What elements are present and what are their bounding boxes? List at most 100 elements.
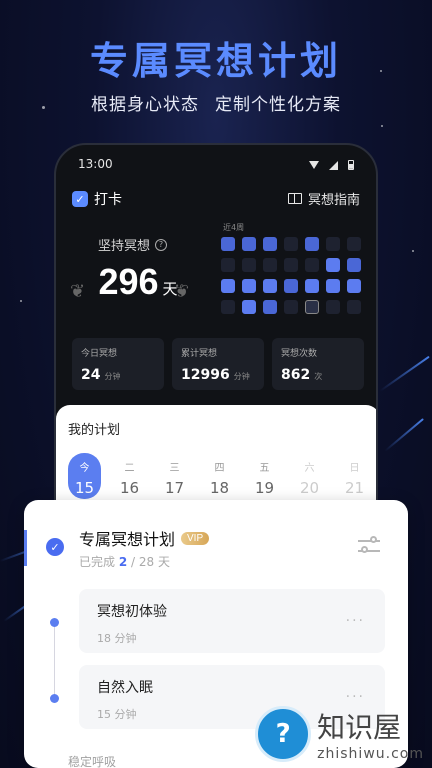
status-bar: 13:00	[78, 157, 354, 175]
heatmap-cell	[326, 258, 340, 272]
stat-value-number: 862	[281, 367, 311, 383]
card-accent	[24, 530, 27, 566]
checkin-button[interactable]: ✓ 打卡	[72, 189, 122, 209]
stat-value: 862 次	[281, 367, 355, 383]
date-number: 21	[344, 479, 365, 497]
watermark-text: 知识屋 zhishiwu.com	[317, 706, 424, 762]
weekday-label: 六	[304, 463, 315, 474]
stat-total: 累计冥想 12996 分钟	[172, 338, 264, 390]
date-number: 17	[164, 479, 185, 497]
status-icons	[309, 160, 354, 170]
stat-unit: 分钟	[104, 372, 121, 381]
streak-label: 坚持冥想 ?	[98, 235, 168, 254]
heatmap-cell	[284, 258, 298, 272]
check-icon: ✓	[46, 538, 64, 556]
heatmap-cell	[263, 279, 277, 293]
day-16[interactable]: 二 16	[113, 453, 146, 499]
settings-sliders-icon[interactable]	[358, 536, 380, 556]
streak-days-number: 296	[98, 261, 159, 302]
checkin-label: 打卡	[94, 192, 122, 208]
stat-today: 今日冥想 24 分钟	[72, 338, 164, 390]
day-21[interactable]: 日 21	[338, 453, 371, 499]
more-icon[interactable]: ···	[346, 613, 365, 629]
heatmap-cell	[305, 300, 319, 314]
vip-badge: VIP	[181, 531, 210, 545]
watermark-logo: ?	[255, 706, 312, 762]
light-streak	[384, 418, 424, 452]
heatmap-cell	[326, 237, 340, 251]
more-icon[interactable]: ···	[346, 689, 365, 705]
top-bar: ✓ 打卡 冥想指南	[72, 189, 360, 211]
heatmap-cell	[221, 258, 235, 272]
day-17[interactable]: 三 17	[158, 453, 191, 499]
heatmap-grid	[221, 237, 361, 314]
heatmap-cell	[284, 237, 298, 251]
heatmap-title: 近4周	[223, 223, 245, 232]
weekday-label: 今	[79, 463, 90, 474]
book-icon	[287, 193, 302, 204]
session-item[interactable]: 冥想初体验 18 分钟 ···	[79, 589, 385, 653]
session-duration: 18 分钟	[97, 632, 137, 645]
heatmap-cell	[347, 237, 361, 251]
heatmap-cell	[284, 279, 298, 293]
heatmap-cell	[242, 258, 256, 272]
program-title: 专属冥想计划 VIP	[79, 526, 210, 550]
heatmap-cell	[221, 300, 235, 314]
heatmap-cell	[263, 258, 277, 272]
watermark-cn: 知识屋	[317, 711, 402, 744]
weekday-label: 三	[169, 463, 180, 474]
next-session-hint: 稳定呼吸	[68, 755, 117, 768]
day-20[interactable]: 六 20	[293, 453, 326, 499]
date-number: 16	[119, 479, 140, 497]
meditation-guide-button[interactable]: 冥想指南	[287, 189, 360, 208]
heatmap-cell	[242, 279, 256, 293]
heatmap-cell	[263, 300, 277, 314]
timeline-line	[54, 622, 55, 700]
week-selector: 今 15 二 16 三 17 四 18 五 19 六 20 日 21	[68, 453, 371, 499]
stat-unit: 分钟	[233, 372, 250, 381]
timeline-dot	[50, 618, 59, 627]
day-15[interactable]: 今 15	[68, 453, 101, 499]
weekday-label: 日	[349, 463, 360, 474]
heatmap-cell	[326, 279, 340, 293]
star	[381, 125, 383, 127]
heatmap-cell	[305, 237, 319, 251]
program-progress: 已完成 2 / 28 天	[79, 553, 170, 570]
date-number: 19	[254, 479, 275, 497]
calendar-check-icon: ✓	[72, 191, 88, 207]
weekday-label: 二	[124, 463, 135, 474]
date-number: 15	[74, 479, 95, 497]
heatmap-cell	[221, 279, 235, 293]
laurel-right-icon: ❦	[174, 281, 190, 302]
star	[20, 300, 22, 302]
heatmap-cell	[347, 279, 361, 293]
heatmap-cell	[263, 237, 277, 251]
light-streak	[379, 355, 430, 392]
stat-unit: 次	[314, 372, 323, 381]
stat-title: 冥想次数	[281, 349, 318, 359]
session-name: 冥想初体验	[97, 604, 167, 620]
heatmap-cell	[221, 237, 235, 251]
promo-headline: 专属冥想计划	[89, 39, 342, 83]
day-19[interactable]: 五 19	[248, 453, 281, 499]
heatmap-cell	[284, 300, 298, 314]
timeline-dot	[50, 694, 59, 703]
day-18[interactable]: 四 18	[203, 453, 236, 499]
battery-icon	[348, 160, 354, 170]
help-icon[interactable]: ?	[155, 238, 168, 251]
watermark-en: zhishiwu.com	[317, 746, 424, 762]
heatmap-cell	[242, 237, 256, 251]
stat-title: 今日冥想	[81, 349, 118, 359]
program-title-text: 专属冥想计划	[79, 530, 176, 549]
date-number: 20	[299, 479, 320, 497]
subline-part: 根据身心状态	[91, 95, 199, 115]
progress-prefix: 已完成	[79, 555, 116, 569]
weekday-label: 五	[259, 463, 270, 474]
promo-subline: 根据身心状态 定制个性化方案	[0, 90, 432, 115]
streak-label-text: 坚持冥想	[98, 239, 151, 254]
stat-count: 冥想次数 862 次	[272, 338, 364, 390]
guide-label: 冥想指南	[307, 193, 360, 208]
stat-value-number: 24	[81, 367, 101, 383]
progress-done: 2	[118, 555, 128, 569]
heatmap-cell	[305, 279, 319, 293]
